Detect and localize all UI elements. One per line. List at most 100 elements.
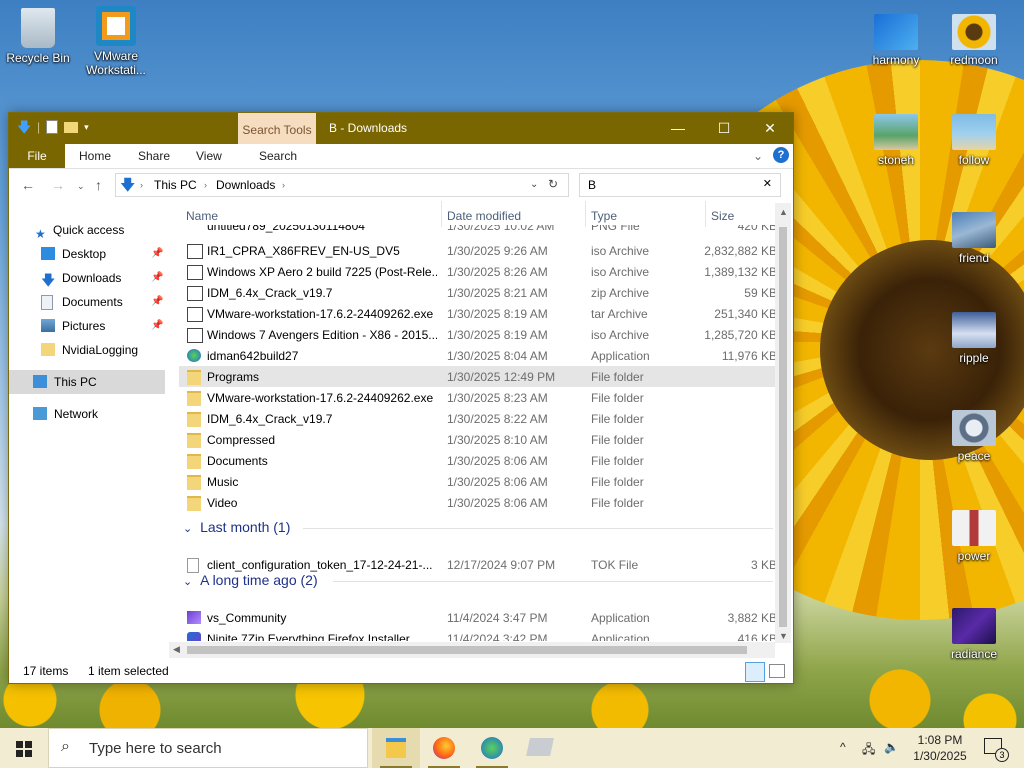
desktop-icon-ripple[interactable]: ripple: [936, 312, 1012, 365]
scroll-down-icon[interactable]: ▼: [779, 631, 788, 641]
table-row[interactable]: vs_Community 11/4/2024 3:47 PM Application…: [179, 607, 777, 628]
table-row[interactable]: IDM_6.4x_Crack_v19.7 1/30/2025 8:21 AM zip…: [179, 282, 777, 303]
address-bar[interactable]: 🡇 › This PC › Downloads › ⌄ ↻: [115, 173, 569, 197]
clear-search-icon[interactable]: ✕: [763, 177, 772, 190]
horizontal-scrollbar[interactable]: ◀: [169, 642, 775, 658]
tab-share[interactable]: Share: [138, 144, 170, 168]
table-row[interactable]: idman642build27 1/30/2025 8:04 AM Applicat…: [179, 345, 777, 366]
taskbar-search[interactable]: ⌕ Type here to search: [48, 728, 368, 768]
contextual-tab-search-tools[interactable]: Search Tools: [238, 113, 316, 144]
column-header-name[interactable]: Name: [186, 209, 218, 223]
show-hidden-icons-chevron-icon[interactable]: ^: [840, 740, 846, 754]
pin-icon[interactable]: 📌: [151, 266, 163, 290]
volume-muted-icon[interactable]: 🔈: [884, 740, 899, 754]
desktop-icon-friend[interactable]: friend: [936, 212, 1012, 265]
taskbar-idm[interactable]: [468, 728, 516, 768]
nav-this-pc[interactable]: This PC: [9, 370, 165, 394]
start-button[interactable]: [0, 728, 48, 768]
scroll-up-icon[interactable]: ▲: [779, 207, 788, 217]
back-arrow-icon[interactable]: ←: [21, 177, 35, 193]
column-divider[interactable]: [585, 201, 586, 227]
nav-quick-access[interactable]: ★ Quick access: [9, 218, 165, 242]
search-box[interactable]: ✕: [579, 173, 781, 197]
desktop-icon-label: friend: [958, 251, 990, 265]
nav-network[interactable]: Network: [9, 402, 165, 426]
scrollbar-thumb[interactable]: [187, 646, 747, 654]
table-row[interactable]: Video 1/30/2025 8:06 AM File folder: [179, 492, 777, 513]
recent-chevron-icon[interactable]: ⌄: [77, 181, 85, 192]
column-divider[interactable]: [705, 201, 706, 227]
table-row[interactable]: Compressed 1/30/2025 8:10 AM File folder: [179, 429, 777, 450]
desktop-icon-peace[interactable]: peace: [936, 410, 1012, 463]
nav-downloads[interactable]: 🡇 Downloads 📌: [9, 266, 165, 290]
chevron-down-icon[interactable]: ▾: [84, 122, 89, 133]
nav-documents[interactable]: Documents 📌: [9, 290, 165, 314]
scrollbar-thumb[interactable]: [779, 227, 787, 627]
desktop-icon-stoneh[interactable]: stoneh: [858, 114, 934, 167]
desktop-icon-harmony[interactable]: harmony: [858, 14, 934, 67]
close-button[interactable]: ✕: [747, 113, 793, 144]
search-input[interactable]: [586, 177, 760, 193]
title-bar[interactable]: 🡇 | ▾ Search Tools B - Downloads — ☐ ✕: [9, 113, 793, 144]
nav-desktop[interactable]: Desktop 📌: [9, 242, 165, 266]
table-row[interactable]: Music 1/30/2025 8:06 AM File folder: [179, 471, 777, 492]
desktop-icon-vmware[interactable]: VMware Workstati...: [78, 6, 154, 77]
maximize-button[interactable]: ☐: [701, 113, 747, 144]
pin-icon[interactable]: 📌: [151, 242, 163, 266]
refresh-icon[interactable]: ↻: [548, 177, 558, 191]
file-type: Application: [591, 611, 650, 625]
taskbar-firefox[interactable]: [420, 728, 468, 768]
properties-icon[interactable]: [46, 120, 59, 134]
scroll-left-icon[interactable]: ◀: [173, 644, 180, 655]
address-dropdown-icon[interactable]: ⌄: [530, 179, 538, 190]
network-status-icon[interactable]: 🖧: [862, 740, 875, 761]
breadcrumb-downloads[interactable]: Downloads: [216, 178, 275, 192]
help-icon[interactable]: ?: [773, 147, 789, 163]
column-header-size[interactable]: Size: [711, 209, 734, 223]
download-arrow-icon[interactable]: 🡇: [17, 120, 31, 134]
pin-icon[interactable]: 📌: [151, 314, 163, 338]
pin-icon[interactable]: 📌: [151, 290, 163, 314]
desktop-icon-follow[interactable]: follow: [936, 114, 1012, 167]
item-count: 17 items: [23, 664, 69, 678]
tab-search[interactable]: Search: [259, 144, 297, 168]
new-folder-icon[interactable]: [64, 121, 79, 133]
details-view-icon[interactable]: [745, 662, 765, 682]
group-header-last-month[interactable]: ⌄ Last month (1): [183, 519, 773, 535]
taskbar-file-explorer[interactable]: [372, 728, 420, 768]
desktop-icon-power[interactable]: power: [936, 510, 1012, 563]
column-divider[interactable]: [441, 201, 442, 227]
table-row[interactable]: Windows 7 Avengers Edition - X86 - 2015.…: [179, 324, 777, 345]
file-type: File folder: [591, 454, 644, 468]
table-row[interactable]: VMware-workstation-17.6.2-24409262.exe 1/…: [179, 387, 777, 408]
ribbon-expand-chevron-icon[interactable]: ⌄: [753, 144, 763, 168]
forward-arrow-icon[interactable]: →: [51, 177, 65, 193]
taskbar-vmware[interactable]: [516, 728, 564, 768]
desktop-icon-recycle-bin[interactable]: Recycle Bin: [0, 8, 76, 65]
column-header-type[interactable]: Type: [591, 209, 617, 223]
tab-home[interactable]: Home: [79, 144, 111, 168]
table-row[interactable]: IDM_6.4x_Crack_v19.7 1/30/2025 8:22 AM Fil…: [179, 408, 777, 429]
table-row[interactable]: Documents 1/30/2025 8:06 AM File folder: [179, 450, 777, 471]
nav-pictures[interactable]: Pictures 📌: [9, 314, 165, 338]
column-header-date[interactable]: Date modified: [447, 209, 521, 223]
nav-nvidialogging[interactable]: NvidiaLogging: [9, 338, 165, 362]
table-row[interactable]: untitled789_20250130114804 1/30/2025 10:…: [179, 225, 777, 237]
table-row[interactable]: Windows XP Aero 2 build 7225 (Post-Rele.…: [179, 261, 777, 282]
large-icons-view-icon[interactable]: [769, 664, 785, 678]
table-row[interactable]: VMware-workstation-17.6.2-24409262.exe 1/…: [179, 303, 777, 324]
table-row[interactable]: Ninite 7Zip Everything Firefox Installer…: [179, 628, 777, 641]
table-row[interactable]: IR1_CPRA_X86FREV_EN-US_DV5 1/30/2025 9:26…: [179, 240, 777, 261]
minimize-button[interactable]: —: [655, 113, 701, 144]
desktop-icon-radiance[interactable]: radiance: [936, 608, 1012, 661]
group-header-long-ago[interactable]: ⌄ A long time ago (2): [183, 572, 773, 588]
table-row[interactable]: Programs 1/30/2025 12:49 PM File folder: [179, 366, 777, 387]
tab-view[interactable]: View: [196, 144, 222, 168]
file-date: 1/30/2025 8:06 AM: [447, 454, 548, 468]
up-arrow-icon[interactable]: ↑: [95, 177, 102, 193]
clock[interactable]: 1:08 PM 1/30/2025: [900, 732, 980, 764]
breadcrumb-this-pc[interactable]: This PC: [154, 178, 197, 192]
desktop-icon-redmoon[interactable]: redmoon: [936, 14, 1012, 67]
tab-file[interactable]: File: [9, 144, 65, 168]
vertical-scrollbar[interactable]: ▲ ▼: [775, 203, 791, 643]
